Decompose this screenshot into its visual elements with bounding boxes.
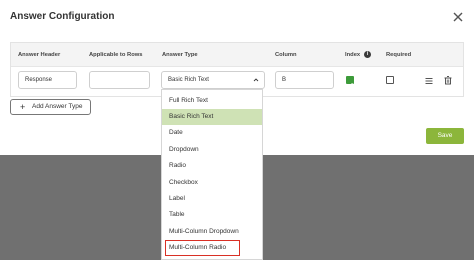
dropdown-option-date[interactable]: Date — [162, 125, 262, 141]
plus-icon: + — [20, 102, 26, 112]
add-answer-type-button[interactable]: + Add Answer Type — [10, 99, 91, 115]
dropdown-option-dropdown[interactable]: Dropdown — [162, 142, 262, 158]
dropdown-option-multi-column-dropdown[interactable]: Multi-Column Dropdown — [162, 224, 262, 240]
applicable-rows-input[interactable] — [89, 71, 150, 89]
dropdown-option-multi-column-radio[interactable]: Multi-Column Radio — [165, 240, 240, 256]
menu-icon[interactable] — [424, 76, 434, 86]
table-header: Answer Header Applicable to Rows Answer … — [11, 43, 463, 67]
dropdown-option-radio[interactable]: Radio — [162, 158, 262, 174]
answer-type-value: Basic Rich Text — [168, 77, 209, 83]
save-button[interactable]: Save — [426, 128, 464, 144]
required-checkbox[interactable] — [386, 76, 394, 84]
close-icon[interactable] — [451, 10, 465, 24]
header-applicable-rows: Applicable to Rows — [89, 52, 143, 58]
header-required: Required — [386, 52, 412, 58]
header-column: Column — [275, 52, 297, 58]
info-icon[interactable]: i — [364, 51, 371, 58]
header-index: Index — [345, 52, 361, 58]
check-icon — [347, 82, 353, 88]
index-checkbox[interactable] — [346, 76, 354, 88]
dropdown-option-full-rich-text[interactable]: Full Rich Text — [162, 93, 262, 109]
answer-type-dropdown: Full Rich Text Basic Rich Text Date Drop… — [161, 89, 263, 260]
answer-header-input[interactable]: Response — [18, 71, 77, 89]
modal-title: Answer Configuration — [10, 11, 115, 22]
dropdown-option-basic-rich-text[interactable]: Basic Rich Text — [162, 109, 262, 125]
dropdown-option-table[interactable]: Table — [162, 207, 262, 223]
add-answer-type-label: Add Answer Type — [32, 103, 83, 110]
column-input[interactable]: B — [275, 71, 334, 89]
header-answer-type: Answer Type — [162, 52, 198, 58]
header-answer-header: Answer Header — [18, 52, 61, 58]
answer-type-select[interactable]: Basic Rich Text — [161, 71, 265, 89]
trash-icon[interactable] — [443, 75, 453, 85]
chevron-up-icon — [253, 78, 259, 82]
dropdown-option-checkbox[interactable]: Checkbox — [162, 175, 262, 191]
dropdown-option-label[interactable]: Label — [162, 191, 262, 207]
